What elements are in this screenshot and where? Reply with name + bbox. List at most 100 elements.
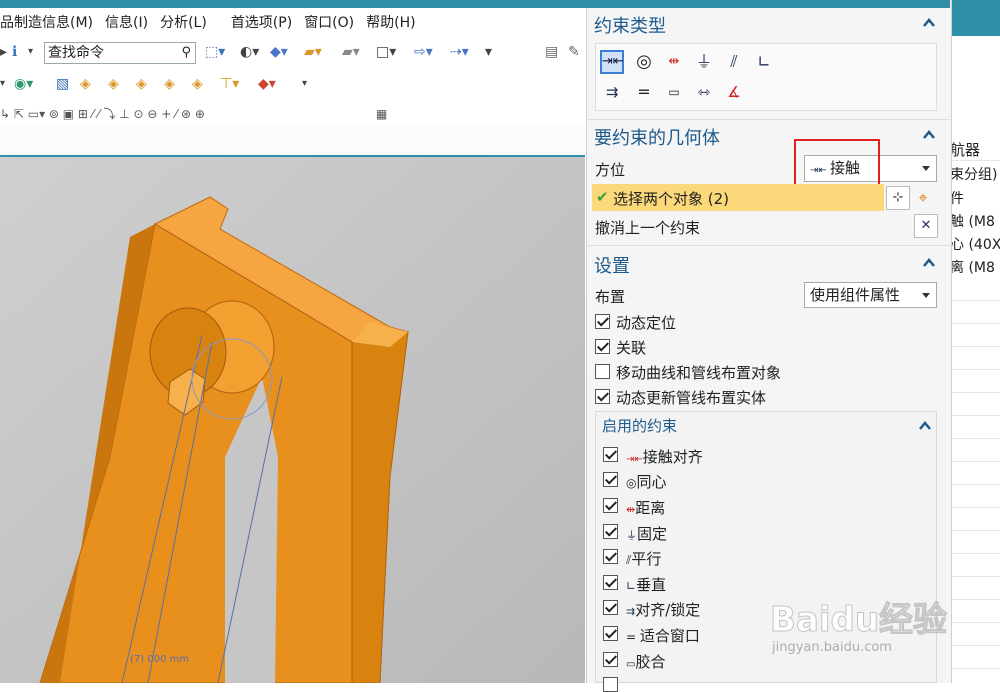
navigator-row[interactable]: 束分组) xyxy=(950,164,1000,184)
chevron-down-icon[interactable]: ▾ xyxy=(0,74,5,94)
center-checkbox[interactable] xyxy=(603,677,618,692)
menu-preferences[interactable]: 首选项(P) xyxy=(231,12,292,32)
navigator-header: 航器 xyxy=(950,141,981,159)
fit-view-icon[interactable]: ⬚▾ xyxy=(205,42,225,62)
background-icon[interactable]: □▾ xyxy=(376,42,396,62)
info-icon[interactable]: ℹ xyxy=(12,42,17,62)
navigator-row[interactable]: 件 xyxy=(950,188,1000,208)
associative-checkbox[interactable] xyxy=(595,339,610,354)
cube-view-icon[interactable]: ◆▾ xyxy=(270,42,288,62)
divider xyxy=(950,160,1000,161)
move-icon[interactable]: ⇨▾ xyxy=(414,42,433,62)
distance-icon[interactable]: ⇹ xyxy=(662,50,686,74)
toolbar-arrow-icon[interactable]: ▸ xyxy=(0,42,7,62)
add-component-icon[interactable]: ◉▾ xyxy=(14,74,33,94)
divider xyxy=(950,392,1000,393)
undo-constraint-icon[interactable]: ✕ xyxy=(914,214,938,238)
render-style-icon[interactable]: ◐▾ xyxy=(240,42,259,62)
touch-align-checkbox[interactable] xyxy=(603,447,618,462)
search-icon[interactable]: ⚲ xyxy=(181,43,191,63)
chevron-down-icon[interactable]: ▾ xyxy=(302,74,307,94)
fix-checkbox[interactable] xyxy=(603,524,618,539)
concentric-icon[interactable]: ◎ xyxy=(632,50,656,74)
rotate-icon[interactable]: ⇢▾ xyxy=(450,42,469,62)
navigator-row[interactable]: 离 (M8 xyxy=(950,257,1000,277)
collapse-caret-icon[interactable] xyxy=(918,419,932,433)
dialog-titlebar[interactable] xyxy=(586,0,950,8)
dynamic-positioning-label: 动态定位 xyxy=(616,314,677,332)
associative-label: 关联 xyxy=(616,339,647,357)
angle-icon[interactable]: ∡ xyxy=(722,80,746,104)
graphics-viewport[interactable]: (7) 000 mm xyxy=(0,157,585,683)
move-curves-checkbox[interactable] xyxy=(595,364,610,379)
touch-align-icon[interactable]: ⇥⇤ xyxy=(600,50,624,74)
menu-help[interactable]: 帮助(H) xyxy=(366,12,415,32)
settings-section-title: 设置 xyxy=(594,256,630,277)
bond-icon[interactable]: ▭ xyxy=(662,80,686,104)
geometry-section-title: 要约束的几何体 xyxy=(594,128,720,149)
collapse-caret-icon[interactable] xyxy=(922,128,936,142)
crosshair-icon[interactable]: ⌖ xyxy=(911,186,935,210)
divider xyxy=(950,323,1000,324)
navigator-row[interactable]: 触 (M8 xyxy=(950,211,1000,231)
divider xyxy=(950,484,1000,485)
assembly-icon-6[interactable]: ◈ xyxy=(192,74,203,94)
touch-align-item: ⇥⇤接触对齐 xyxy=(626,448,703,466)
navigator-row[interactable]: 心 (40X xyxy=(950,234,1000,254)
assembly-icon-3[interactable]: ◈ xyxy=(108,74,119,94)
tool-icon[interactable]: ✎ xyxy=(568,42,580,62)
distance-checkbox[interactable] xyxy=(603,498,618,513)
menu-analysis[interactable]: 分析(L) xyxy=(160,12,207,32)
bond-checkbox[interactable] xyxy=(603,652,618,667)
center-icon[interactable]: ⇿ xyxy=(692,80,716,104)
concentric-checkbox[interactable] xyxy=(603,472,618,487)
layer-icon[interactable]: ▰▾ xyxy=(304,42,322,62)
parallel-checkbox[interactable] xyxy=(603,549,618,564)
dynamic-update-checkbox[interactable] xyxy=(595,389,610,404)
command-search-text: 查找命令 xyxy=(48,45,104,61)
chevron-down-icon xyxy=(922,166,930,171)
dynamic-positioning-checkbox[interactable] xyxy=(595,314,610,329)
enabled-constraints-title: 启用的约束 xyxy=(602,417,678,435)
right-panel-header-strip xyxy=(950,8,1000,36)
fit-checkbox[interactable] xyxy=(603,626,618,641)
baidu-watermark-logo: Baidu经验 xyxy=(769,600,948,641)
grid-icon[interactable]: ▦ xyxy=(376,104,387,124)
collapse-caret-icon[interactable] xyxy=(922,16,936,30)
perpendicular-item: ∟垂直 xyxy=(626,576,667,594)
menu-window[interactable]: 窗口(O) xyxy=(304,12,354,32)
baidu-watermark-url: jingyan.baidu.com xyxy=(772,640,892,655)
fix-icon[interactable]: ⏚ xyxy=(692,50,716,74)
fit-icon[interactable]: = xyxy=(632,80,656,104)
command-search-input[interactable]: 查找命令 ⚲ xyxy=(44,42,196,64)
assembly-icon-4[interactable]: ◈ xyxy=(136,74,147,94)
chevron-down-icon[interactable]: ▾ xyxy=(28,42,33,62)
fit-icon: = xyxy=(626,630,640,644)
part-navigator-icon[interactable]: ▤ xyxy=(545,42,558,62)
layout-dropdown[interactable]: 使用组件属性 xyxy=(804,282,937,308)
selection-toolbar-icons[interactable]: ↳ ⇱ ▭▾ ⊚ ▣ ⊞ ⁄ ⁄ ⤵ ⊥ ⊙ ⊖ + ⁄ ⊛ ⊕ xyxy=(0,104,205,124)
touch-align-icon: ⇥⇤ xyxy=(626,454,643,465)
display-icon[interactable]: ▰▾ xyxy=(342,42,360,62)
divider xyxy=(950,438,1000,439)
divider xyxy=(950,415,1000,416)
perpendicular-checkbox[interactable] xyxy=(603,575,618,590)
align-lock-item: ⇉对齐/锁定 xyxy=(626,601,701,619)
assembly-icon-1[interactable]: ▧ xyxy=(56,74,69,94)
align-lock-icon[interactable]: ⇉ xyxy=(600,80,624,104)
menu-info[interactable]: 信息(I) xyxy=(105,12,148,32)
add-selection-icon[interactable]: ⊹ xyxy=(886,186,910,210)
more-icon[interactable]: ▾ xyxy=(485,42,492,62)
assembly-icon-7[interactable]: ⊤▾ xyxy=(220,74,239,94)
assembly-icon-2[interactable]: ◈ xyxy=(80,74,91,94)
assembly-icon-5[interactable]: ◈ xyxy=(164,74,175,94)
divider xyxy=(586,245,950,246)
distance-item: ⇹距离 xyxy=(626,499,666,517)
perpendicular-icon[interactable]: ∟ xyxy=(752,50,776,74)
menu-manufacturing-info[interactable]: 品制造信息(M) xyxy=(0,12,93,32)
3d-model-svg[interactable]: (7) 000 mm xyxy=(0,157,585,683)
align-lock-checkbox[interactable] xyxy=(603,600,618,615)
parallel-icon[interactable]: ⫽ xyxy=(722,50,746,74)
assembly-icon-8[interactable]: ◆▾ xyxy=(258,74,276,94)
collapse-caret-icon[interactable] xyxy=(922,256,936,270)
